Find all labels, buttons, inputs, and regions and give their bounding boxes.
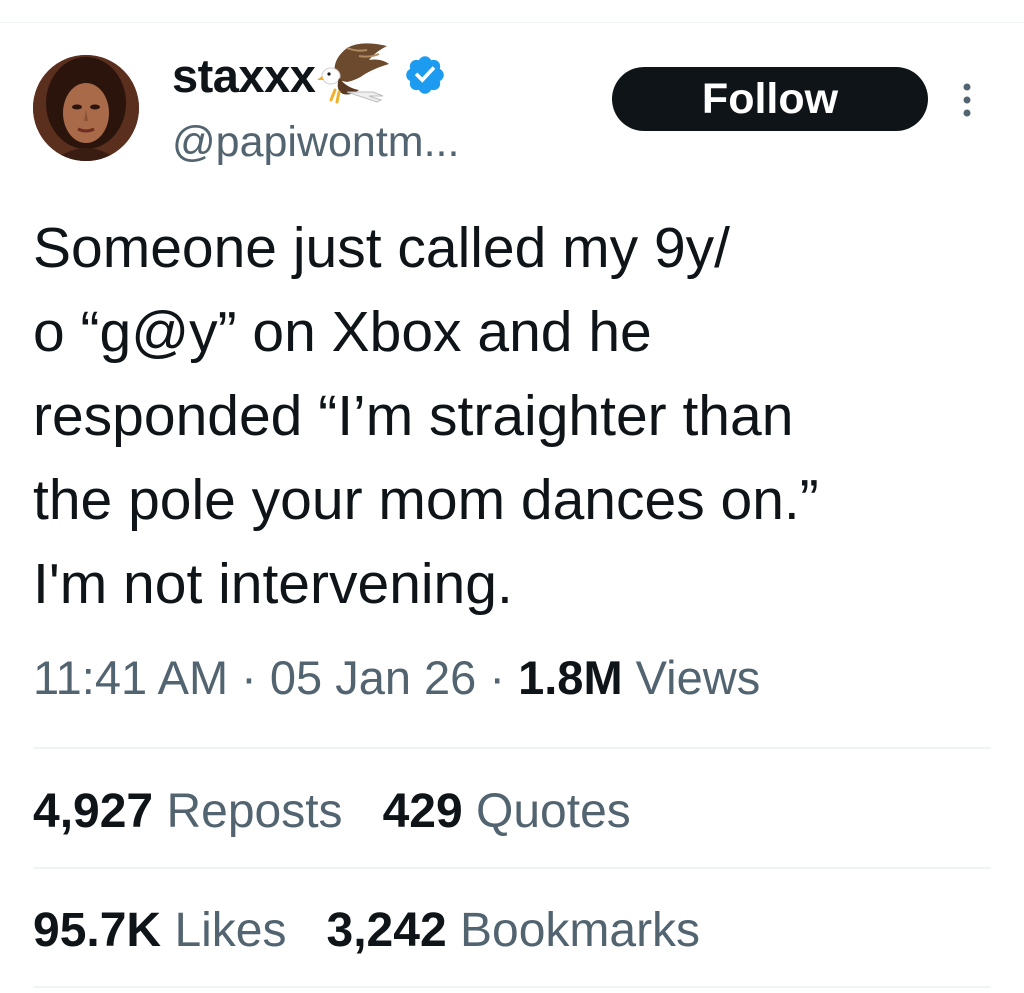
divider <box>33 986 991 988</box>
meta-separator: · <box>241 651 257 704</box>
stats-row-engagement: 95.7K Likes 3,242 Bookmarks <box>33 903 700 958</box>
more-vertical-icon[interactable] <box>955 80 979 120</box>
divider <box>33 747 991 749</box>
bookmarks-stat[interactable]: 3,242 Bookmarks <box>327 904 701 957</box>
tweet-detail: staxxx @papiwontm... Follow Someone just… <box>0 0 1024 993</box>
verified-badge-icon <box>406 56 445 94</box>
divider <box>33 867 991 869</box>
quotes-count: 429 <box>382 785 463 838</box>
likes-label: Likes <box>174 904 287 957</box>
tweet-date[interactable]: 05 Jan 26 <box>270 651 476 704</box>
avatar-image <box>33 55 139 161</box>
avatar[interactable] <box>33 55 139 161</box>
bookmarks-label: Bookmarks <box>459 904 701 957</box>
reposts-stat[interactable]: 4,927 Reposts <box>33 785 343 838</box>
views-label: Views <box>635 651 761 704</box>
eagle-icon <box>317 43 390 104</box>
bookmarks-count: 3,242 <box>326 904 447 957</box>
meta-separator-2: · <box>489 651 506 704</box>
views-count: 1.8M <box>518 651 623 704</box>
quotes-label: Quotes <box>476 785 631 838</box>
stats-row-shares: 4,927 Reposts 429 Quotes <box>33 784 631 839</box>
likes-count: 95.7K <box>33 904 162 957</box>
user-handle[interactable]: @papiwontm... <box>172 118 459 167</box>
display-name-row: staxxx <box>172 40 447 110</box>
reposts-label: Reposts <box>166 785 343 838</box>
tweet-time[interactable]: 11:41 AM <box>33 651 228 704</box>
tweet-text: Someone just called my 9y/ o “g@y” on Xb… <box>33 216 819 616</box>
follow-button[interactable]: Follow <box>612 67 928 131</box>
tweet-meta: 11:41 AM · 05 Jan 26 · 1.8M Views <box>33 650 760 705</box>
display-name[interactable]: staxxx <box>172 48 316 103</box>
reposts-count: 4,927 <box>33 785 154 838</box>
likes-stat[interactable]: 95.7K Likes <box>33 904 287 957</box>
quotes-stat[interactable]: 429 Quotes <box>383 785 631 838</box>
top-divider <box>0 22 1024 23</box>
